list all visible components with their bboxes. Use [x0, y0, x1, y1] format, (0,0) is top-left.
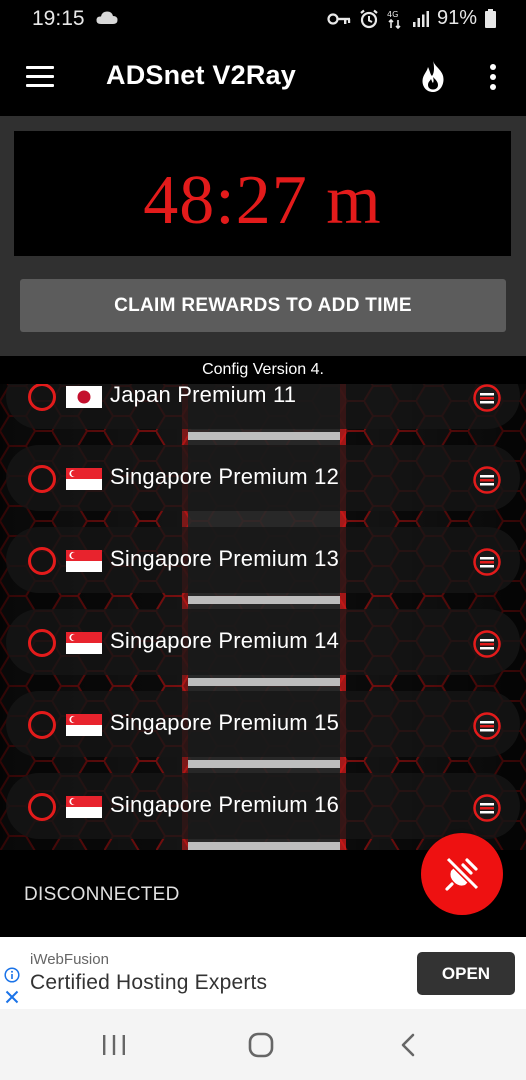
server-radio[interactable]	[28, 711, 56, 739]
singapore-flag-icon	[66, 468, 102, 490]
timer-display: 48:27 m	[14, 131, 511, 256]
ad-headline[interactable]: Certified Hosting Experts	[30, 971, 267, 995]
status-time: 19:15	[32, 7, 85, 30]
battery-icon	[485, 9, 496, 28]
server-radio[interactable]	[28, 793, 56, 821]
claim-rewards-button[interactable]: CLAIM REWARDS TO ADD TIME	[20, 279, 506, 332]
fire-icon[interactable]	[418, 58, 448, 94]
menu-icon[interactable]	[26, 66, 56, 88]
ping-icon[interactable]	[473, 712, 501, 740]
connect-toggle-icon	[445, 856, 480, 891]
singapore-flag-icon	[66, 550, 102, 572]
server-list[interactable]: Config Version 4. Japan Premium 11 Singa…	[0, 356, 526, 850]
alarm-icon	[359, 9, 379, 29]
singapore-flag-icon	[66, 632, 102, 654]
server-row[interactable]: Singapore Premium 14	[6, 609, 520, 675]
timer-panel: 48:27 m CLAIM REWARDS TO ADD TIME	[0, 116, 526, 356]
server-name: Singapore Premium 13	[110, 546, 340, 571]
ping-icon[interactable]	[473, 630, 501, 658]
server-row[interactable]: Singapore Premium 16	[6, 773, 520, 839]
ad-banner[interactable]: iWebFusion Certified Hosting Experts OPE…	[0, 937, 526, 1009]
config-version-label: Config Version 4.	[0, 356, 526, 384]
ad-info-icon[interactable]	[4, 967, 20, 983]
server-radio[interactable]	[28, 547, 56, 575]
signal-icon	[412, 10, 429, 27]
cloud-icon	[96, 11, 118, 30]
app-title: ADSnet V2Ray	[106, 60, 296, 90]
server-name: Singapore Premium 16	[110, 792, 340, 817]
server-radio[interactable]	[28, 629, 56, 657]
server-name: Singapore Premium 12	[110, 464, 340, 489]
server-row[interactable]: Singapore Premium 15	[6, 691, 520, 757]
server-name: Singapore Premium 15	[110, 710, 340, 735]
server-name: Japan Premium 11	[110, 382, 297, 407]
server-radio[interactable]	[28, 383, 56, 411]
system-nav-bar	[0, 1009, 526, 1080]
ad-open-button[interactable]: OPEN	[417, 952, 515, 995]
network-type-label: 4G	[387, 10, 398, 19]
home-icon[interactable]	[248, 1032, 274, 1063]
server-name: Singapore Premium 14	[110, 628, 340, 653]
ping-icon[interactable]	[473, 384, 501, 412]
connection-status: DISCONNECTED	[24, 884, 180, 905]
ad-close-icon[interactable]	[4, 989, 20, 1005]
singapore-flag-icon	[66, 796, 102, 818]
remaining-time: 48:27 m	[143, 162, 382, 239]
status-bar: 19:15 4G 91%	[0, 0, 526, 38]
connect-button[interactable]	[421, 833, 503, 915]
ad-advertiser: iWebFusion	[30, 951, 109, 968]
app-toolbar: ADSnet V2Ray	[0, 38, 526, 116]
server-radio[interactable]	[28, 465, 56, 493]
battery-percentage: 91%	[436, 7, 477, 29]
ping-icon[interactable]	[473, 466, 501, 494]
server-row[interactable]: Singapore Premium 12	[6, 445, 520, 511]
back-icon[interactable]	[399, 1032, 417, 1063]
recent-apps-icon[interactable]	[102, 1035, 126, 1060]
ping-icon[interactable]	[473, 548, 501, 576]
server-row[interactable]: Singapore Premium 13	[6, 527, 520, 593]
data-arrows-icon: 4G	[387, 9, 405, 29]
japan-flag-icon	[66, 386, 102, 408]
vpn-key-icon	[327, 12, 351, 26]
more-vert-icon[interactable]	[484, 62, 502, 94]
ping-icon[interactable]	[473, 794, 501, 822]
singapore-flag-icon	[66, 714, 102, 736]
